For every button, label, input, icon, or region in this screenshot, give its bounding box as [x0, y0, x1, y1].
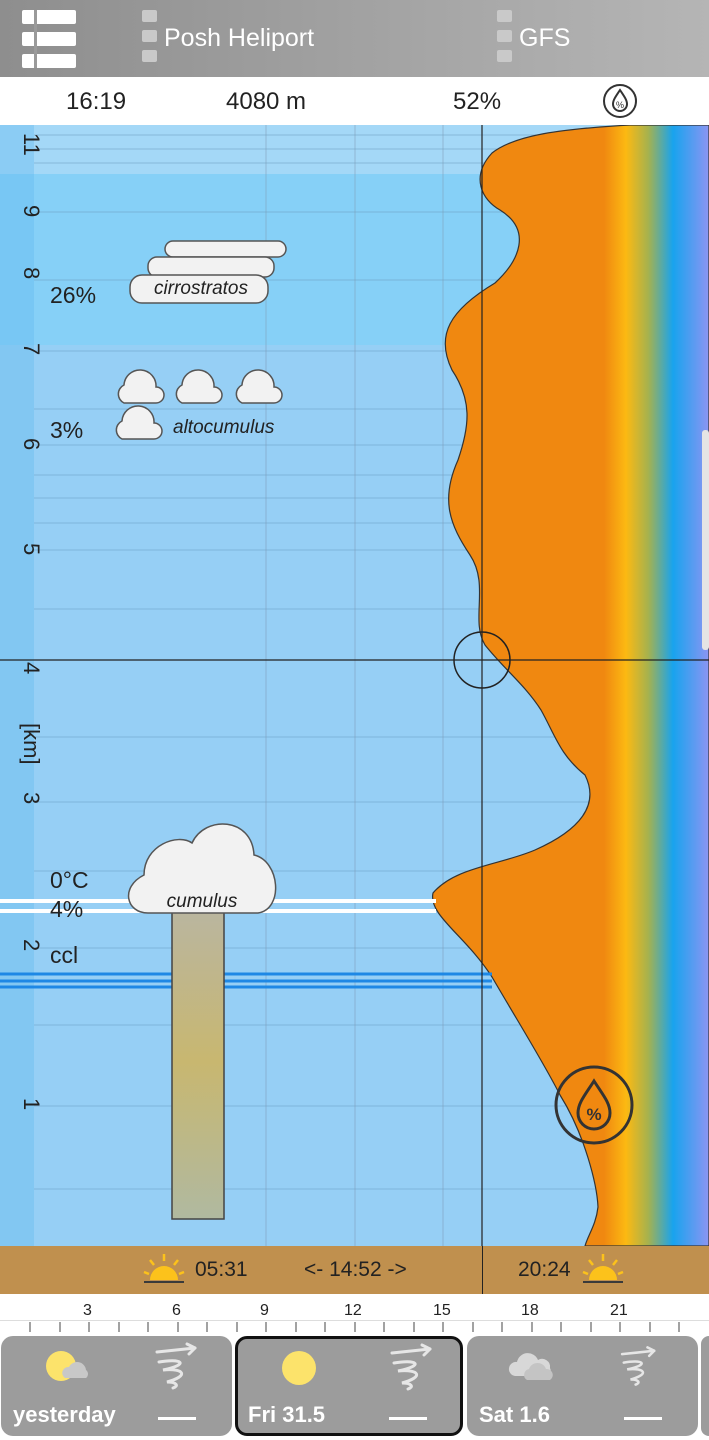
day-label: yesterday	[13, 1402, 116, 1427]
time-tick-label: 18	[521, 1302, 539, 1319]
day-wind-dash	[158, 1417, 196, 1420]
sunrise-icon	[143, 1254, 185, 1283]
location-name: Posh Heliport	[164, 24, 315, 52]
selector-dots	[142, 10, 158, 72]
time-tick-marks	[0, 1320, 709, 1332]
day-wind-dash	[389, 1417, 427, 1420]
location-selector[interactable]: Posh Heliport	[142, 8, 442, 70]
wind-icon	[390, 1343, 432, 1391]
partly-sunny-icon	[46, 1351, 88, 1381]
y-tick-label: 5	[19, 543, 44, 555]
y-tick-label: 7	[19, 343, 44, 355]
ccl-label: ccl	[50, 942, 78, 968]
day-card-next-partial[interactable]	[701, 1336, 709, 1436]
sun-bar: 05:31 <- 14:52 -> 20:24	[0, 1246, 709, 1294]
y-tick-label: 2	[19, 939, 44, 951]
y-tick-label: 4	[19, 662, 44, 674]
time-tick-label: 9	[260, 1302, 269, 1319]
sun-icon	[282, 1351, 316, 1385]
cirrostratos-percent: 26%	[50, 282, 96, 308]
time-tick-label: 15	[433, 1302, 451, 1319]
cirrostratos-label: cirrostratos	[154, 278, 248, 299]
time-tick-label: 12	[344, 1302, 362, 1319]
info-bar: 16:19 4080 m 52% %	[0, 77, 709, 125]
y-tick-label: 1	[19, 1098, 44, 1110]
humidity-readout: 52%	[453, 88, 502, 115]
day-selector: yesterday Fri 31.5 Sat 1.6	[0, 1334, 709, 1440]
model-name: GFS	[519, 24, 571, 52]
sunrise-time: 05:31	[195, 1258, 248, 1281]
day-card-fri[interactable]: Fri 31.5	[235, 1336, 463, 1436]
sounding-chart[interactable]: cirrostratos 26% altocumulus 3% cumulus …	[0, 124, 709, 1247]
sun-bar-cursor	[482, 1246, 483, 1294]
day-card-sat[interactable]: Sat 1.6	[467, 1336, 698, 1436]
cloudy-icon	[508, 1353, 553, 1380]
day-label: Sat 1.6	[479, 1402, 550, 1427]
y-tick-label: 8	[19, 267, 44, 279]
freezing-level-label: 0°C	[50, 867, 89, 893]
wind-icon	[155, 1342, 197, 1390]
model-selector[interactable]: GFS	[497, 8, 617, 70]
top-bar: Posh Heliport GFS	[0, 0, 709, 77]
day-wind-dash	[624, 1417, 662, 1420]
cumulus-shaft	[171, 904, 225, 1220]
y-tick-label: 3	[19, 792, 44, 804]
y-tick-label: 6	[19, 438, 44, 450]
y-tick-label: 9	[19, 205, 44, 217]
time-axis: 3 6 9 12 15 18 21	[0, 1294, 709, 1334]
humidity-icon[interactable]: %	[601, 82, 639, 120]
side-drawer-handle[interactable]	[702, 430, 709, 650]
time-tick-label: 3	[83, 1302, 92, 1319]
time-tick-label: 21	[610, 1302, 628, 1319]
day-label: Fri 31.5	[248, 1402, 326, 1427]
cumulus-label: cumulus	[167, 891, 238, 912]
wind-icon	[620, 1346, 656, 1386]
day-length: <- 14:52 ->	[304, 1258, 407, 1281]
altitude-readout: 4080 m	[226, 88, 307, 115]
sunset-time: 20:24	[518, 1258, 571, 1281]
selector-dots	[497, 10, 513, 72]
left-edge-shade	[0, 125, 34, 1246]
svg-text:%: %	[586, 1105, 601, 1124]
altocumulus-label: altocumulus	[173, 417, 275, 438]
axis-unit-label: [km]	[19, 723, 44, 765]
sunset-icon	[582, 1254, 624, 1283]
time-tick-label: 6	[172, 1302, 181, 1319]
cumulus-percent: 4%	[50, 896, 83, 922]
menu-icon[interactable]	[20, 8, 78, 72]
svg-text:%: %	[616, 100, 624, 110]
y-tick-label: 11	[19, 133, 44, 156]
day-card-yesterday[interactable]: yesterday	[1, 1336, 232, 1436]
time-readout: 16:19	[66, 88, 127, 115]
altocumulus-percent: 3%	[50, 417, 83, 443]
